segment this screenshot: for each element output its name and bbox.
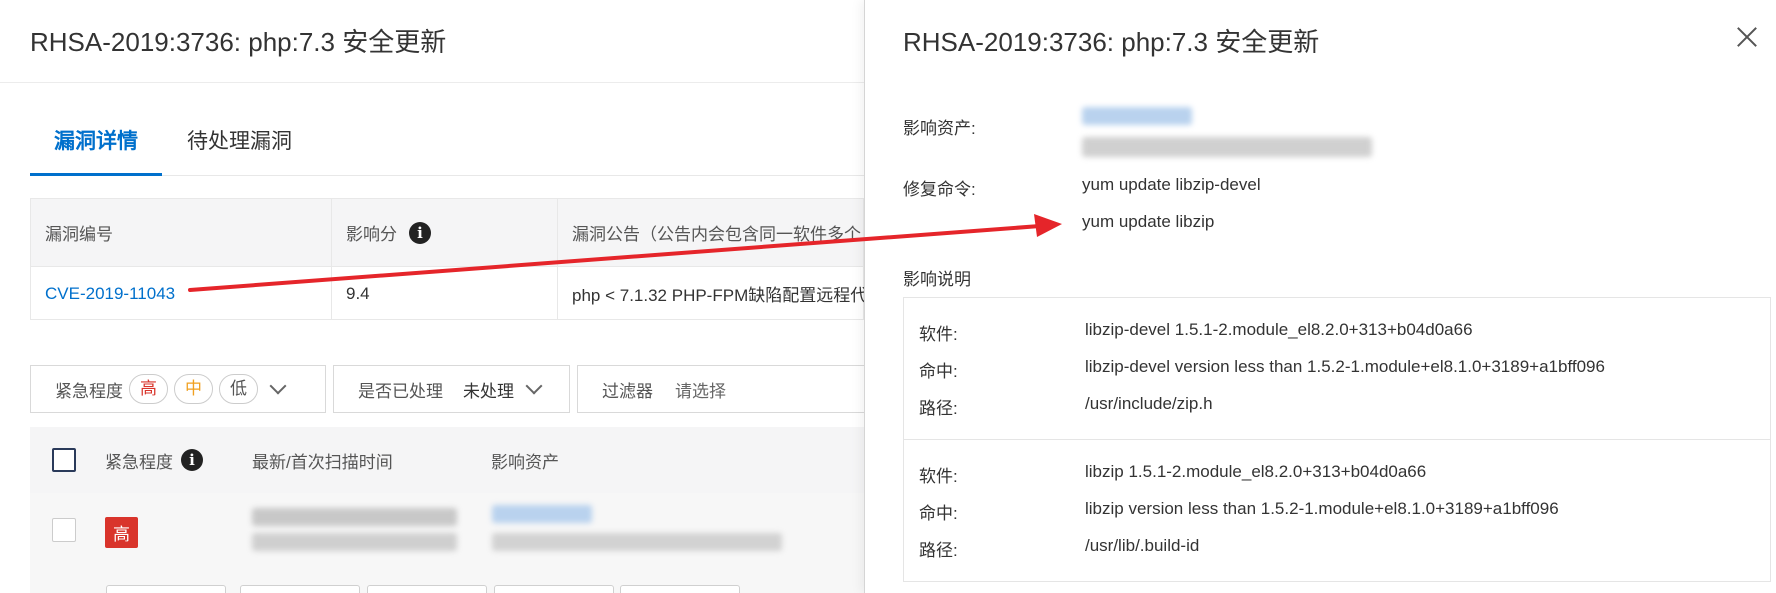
fix-command-label: 修复命令: <box>903 180 976 199</box>
row-action-button[interactable] <box>106 585 226 593</box>
vuln-info-table: 漏洞编号 影响分 i 漏洞公告（公告内会包含同一软件多个 CVE-2019-11… <box>30 198 864 320</box>
row-action-button[interactable] <box>240 585 360 593</box>
path-value: /usr/include/zip.h <box>1085 394 1213 413</box>
severity-high-pill[interactable]: 高 <box>129 374 168 404</box>
handled-filter-value: 未处理 <box>463 381 514 401</box>
table-row: CVE-2019-11043 9.4 php < 7.1.32 PHP-FPM缺… <box>31 267 864 320</box>
page-title: RHSA-2019:3736: php:7.3 安全更新 <box>30 27 447 57</box>
row-action-button[interactable] <box>367 585 487 593</box>
impact-section-title: 影响说明 <box>903 270 971 289</box>
title-divider <box>0 82 864 83</box>
header-scan-time: 最新/首次扫描时间 <box>252 452 393 472</box>
path-value: /usr/lib/.build-id <box>1085 536 1200 555</box>
fix-command: yum update libzip <box>1082 212 1215 231</box>
custom-filter[interactable]: 过滤器 请选择 <box>577 365 864 413</box>
software-value: libzip-devel 1.5.1-2.module_el8.2.0+313+… <box>1085 320 1473 339</box>
header-notice: 漏洞公告（公告内会包含同一软件多个 <box>557 199 864 266</box>
cell-notice: php < 7.1.32 PHP-FPM缺陷配置远程代 <box>557 267 864 320</box>
severity-badge: 高 <box>105 517 138 548</box>
software-label: 软件: <box>919 467 958 486</box>
redacted-asset-name <box>1082 107 1192 125</box>
row-action-button[interactable] <box>494 585 614 593</box>
custom-filter-label: 过滤器 <box>602 381 653 401</box>
redacted-asset <box>492 533 782 551</box>
drawer-title: RHSA-2019:3736: php:7.3 安全更新 <box>903 27 1320 57</box>
match-label: 命中: <box>919 362 958 381</box>
select-all-checkbox[interactable] <box>52 448 76 472</box>
tab-bar: 漏洞详情 待处理漏洞 <box>30 112 864 176</box>
handled-filter-label: 是否已处理 <box>358 381 443 401</box>
redacted-asset-ip <box>1082 137 1372 157</box>
path-label: 路径: <box>919 399 958 418</box>
impact-detail-card: 软件: libzip 1.5.1-2.module_el8.2.0+313+b0… <box>903 440 1771 582</box>
row-select-cell <box>52 518 76 542</box>
match-value: libzip version less than 1.5.2-1.module+… <box>1085 499 1559 518</box>
chevron-down-icon[interactable] <box>525 377 543 395</box>
match-value: libzip-devel version less than 1.5.2-1.m… <box>1085 357 1605 376</box>
custom-filter-placeholder: 请选择 <box>675 381 726 401</box>
affected-assets-label: 影响资产: <box>903 119 976 138</box>
redacted-scan-time <box>252 508 457 526</box>
row-severity-cell: 高 <box>105 517 138 548</box>
tab-vuln-details[interactable]: 漏洞详情 <box>30 112 162 176</box>
impact-detail-card: 软件: libzip-devel 1.5.1-2.module_el8.2.0+… <box>903 297 1771 440</box>
table-header-row: 漏洞编号 影响分 i 漏洞公告（公告内会包含同一软件多个 <box>31 199 863 267</box>
info-icon[interactable]: i <box>181 449 203 471</box>
vuln-detail-drawer: RHSA-2019:3736: php:7.3 安全更新 影响资产: 修复命令:… <box>864 0 1776 593</box>
fix-command: yum update libzip-devel <box>1082 175 1261 194</box>
header-impact-score-label: 影响分 <box>346 225 397 244</box>
header-severity-label: 紧急程度 <box>105 452 173 472</box>
path-label: 路径: <box>919 541 958 560</box>
match-label: 命中: <box>919 504 958 523</box>
software-label: 软件: <box>919 325 958 344</box>
cell-vuln-id: CVE-2019-11043 <box>31 267 331 320</box>
close-icon[interactable] <box>1736 26 1758 48</box>
redacted-scan-time <box>252 533 457 551</box>
row-checkbox[interactable] <box>52 518 76 542</box>
select-all-cell <box>52 427 76 493</box>
list-item: 高 <box>30 493 864 568</box>
cve-link[interactable]: CVE-2019-11043 <box>45 284 175 304</box>
chevron-down-icon[interactable] <box>269 377 287 395</box>
severity-filter-label: 紧急程度 <box>55 381 123 401</box>
header-affected-asset: 影响资产 <box>491 452 559 472</box>
severity-medium-pill[interactable]: 中 <box>174 374 213 404</box>
asset-list-header: 紧急程度 i 最新/首次扫描时间 影响资产 <box>30 427 864 493</box>
severity-low-pill[interactable]: 低 <box>219 374 258 404</box>
cell-impact-score: 9.4 <box>331 267 557 320</box>
info-icon[interactable]: i <box>409 221 431 244</box>
header-impact-score: 影响分 i <box>331 199 557 266</box>
software-value: libzip 1.5.1-2.module_el8.2.0+313+b04d0a… <box>1085 462 1427 481</box>
row-action-button[interactable] <box>620 585 740 593</box>
vulnerability-detail-page: RHSA-2019:3736: php:7.3 安全更新 漏洞详情 待处理漏洞 … <box>0 0 864 593</box>
header-severity: 紧急程度 i <box>105 427 203 493</box>
handled-filter[interactable]: 是否已处理 未处理 <box>333 365 570 413</box>
severity-filter[interactable]: 紧急程度 高 中 低 <box>30 365 326 413</box>
redacted-asset <box>492 505 592 523</box>
tab-pending-vulns[interactable]: 待处理漏洞 <box>187 112 292 176</box>
header-vuln-id: 漏洞编号 <box>45 225 113 244</box>
